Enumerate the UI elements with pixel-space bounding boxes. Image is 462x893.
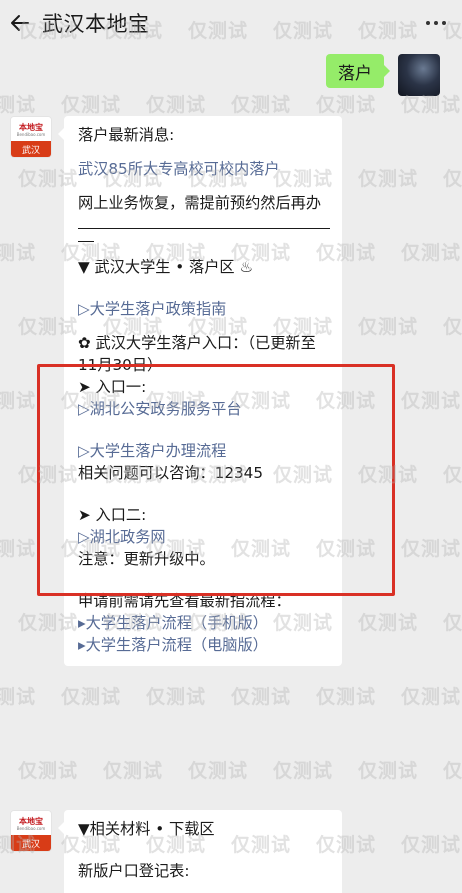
bot-message-bubble: ▼相关材料 • 下载区 新版户口登记表:: [58, 810, 342, 893]
entry1-label: ➤ 入口一:: [78, 378, 147, 396]
watermark-text: 仅测试: [443, 168, 462, 190]
entry2-label: ➤ 入口二:: [78, 506, 147, 524]
watermark-text: 仅测试: [358, 612, 419, 634]
news-heading: 落户最新消息:: [78, 126, 175, 144]
back-button[interactable]: [0, 0, 40, 46]
watermark-text: 仅测试: [443, 612, 462, 634]
mobile-process-link[interactable]: ▸大学生落户流程（手机版）: [78, 612, 330, 634]
outgoing-message-text: 落户: [338, 63, 372, 84]
watermark-text: 仅测试: [0, 94, 37, 116]
apply-tip: 申请前需请先查看最新指流程：: [78, 592, 291, 610]
watermark-text: 仅测试: [443, 316, 462, 338]
materials-item: 新版户口登记表:: [78, 862, 190, 880]
logo-city-label: 武汉: [11, 141, 51, 157]
bot-avatar[interactable]: 本地宝 Bendibao.com 武汉: [10, 810, 52, 852]
divider-short: [78, 241, 94, 242]
watermark-text: 仅测试: [146, 94, 207, 116]
watermark-text: 仅测试: [443, 464, 462, 486]
hubei-police-platform-link[interactable]: ▷湖北公安政务服务平台: [78, 398, 330, 420]
campus-settlement-link[interactable]: 武汉85所大专高校可校内落户: [78, 158, 330, 180]
entry-info-text: ✿ 武汉大学生落户入口：（已更新至11月30日）: [78, 334, 316, 374]
watermark-text: 仅测试: [188, 760, 249, 782]
bot-message-bubble: 落户最新消息: 武汉85所大专高校可校内落户 网上业务恢复，需提前预约然后再办 …: [58, 116, 342, 666]
watermark-text: 仅测试: [358, 168, 419, 190]
watermark-text: 仅测试: [273, 760, 334, 782]
watermark-text: 仅测试: [103, 760, 164, 782]
bot-avatar[interactable]: 本地宝 Bendibao.com 武汉: [10, 116, 52, 158]
watermark-text: 仅测试: [358, 464, 419, 486]
watermark-text: 仅测试: [0, 538, 37, 560]
back-arrow-icon: [11, 15, 29, 31]
watermark-text: 仅测试: [358, 316, 419, 338]
chat-title: 武汉本地宝: [42, 12, 150, 36]
watermark-text: 仅测试: [401, 242, 462, 264]
more-options-icon[interactable]: [418, 10, 454, 36]
watermark-text: 仅测试: [316, 686, 377, 708]
update-note: 注意：更新升级中。: [78, 550, 215, 568]
watermark-text: 仅测试: [231, 94, 292, 116]
watermark-text: 仅测试: [0, 686, 37, 708]
watermark-text: 仅测试: [231, 686, 292, 708]
policy-guide-link[interactable]: ▷大学生落户政策指南: [78, 298, 330, 320]
pc-process-link[interactable]: ▸大学生落户流程（电脑版）: [78, 634, 330, 656]
watermark-text: 仅测试: [401, 686, 462, 708]
watermark-text: 仅测试: [401, 834, 462, 856]
divider: [78, 228, 330, 229]
watermark-text: 仅测试: [401, 538, 462, 560]
watermark-text: 仅测试: [443, 760, 462, 782]
section-title-settlement: ▼ 武汉大学生 • 落户区 ♨: [78, 258, 254, 276]
user-avatar[interactable]: [398, 54, 440, 96]
notice-text: 网上业务恢复，需提前预约然后再办: [78, 194, 321, 212]
watermark-text: 仅测试: [18, 760, 79, 782]
watermark-text: 仅测试: [401, 390, 462, 412]
bendibao-logo: 本地宝 Bendibao.com: [11, 811, 51, 835]
watermark-text: 仅测试: [146, 686, 207, 708]
watermark-text: 仅测试: [358, 760, 419, 782]
outgoing-message-bubble[interactable]: 落户: [326, 54, 390, 88]
watermark-text: 仅测试: [0, 242, 37, 264]
watermark-text: 仅测试: [61, 94, 122, 116]
logo-city-label: 武汉: [11, 835, 51, 851]
watermark-text: 仅测试: [0, 390, 37, 412]
chat-header: 武汉本地宝: [0, 0, 462, 46]
section-title-materials: ▼相关材料 • 下载区: [78, 820, 215, 838]
settlement-process-link[interactable]: ▷大学生落户办理流程: [78, 440, 330, 462]
hubei-gov-link[interactable]: ▷湖北政务网: [78, 526, 330, 548]
consult-text: 相关问题可以咨询：12345: [78, 464, 264, 482]
watermark-text: 仅测试: [316, 94, 377, 116]
watermark-text: 仅测试: [61, 686, 122, 708]
bendibao-logo: 本地宝 Bendibao.com: [11, 117, 51, 141]
